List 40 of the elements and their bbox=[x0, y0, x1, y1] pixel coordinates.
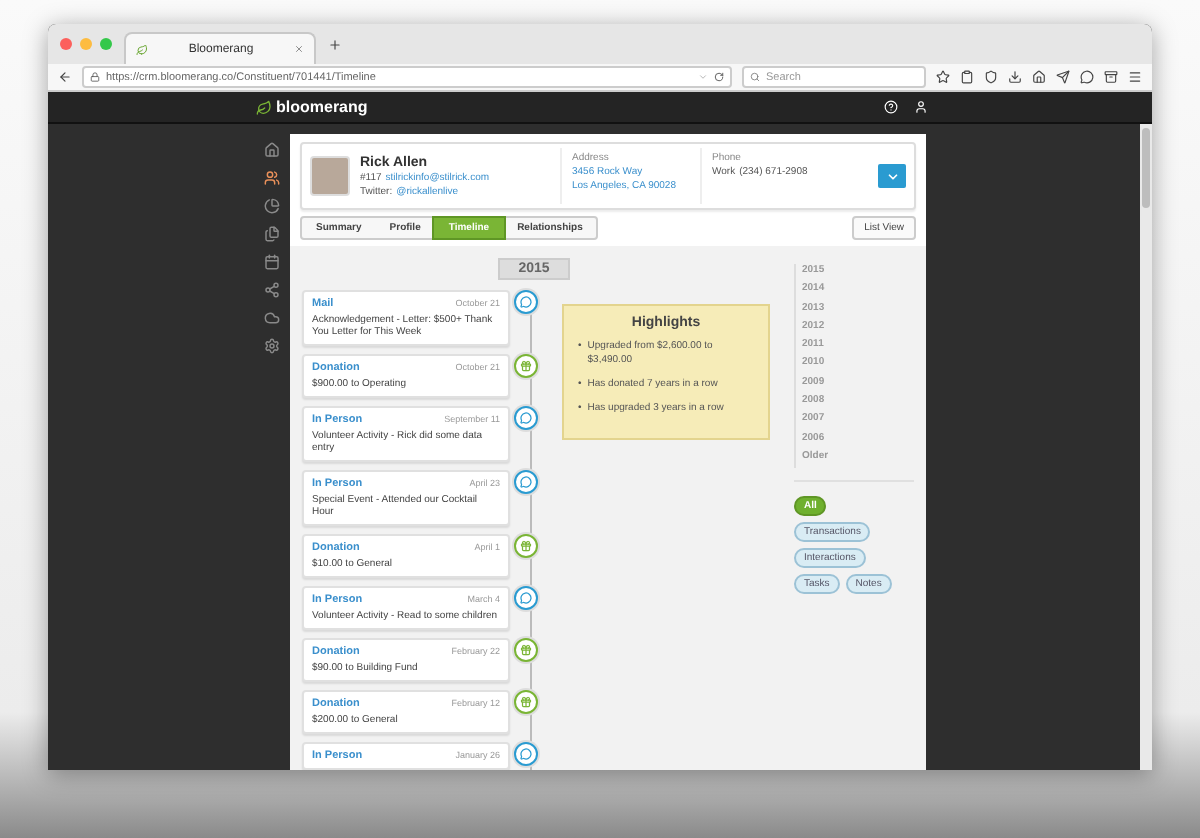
home-icon[interactable] bbox=[1032, 70, 1046, 84]
gift-icon bbox=[514, 690, 538, 714]
leaf-icon bbox=[136, 43, 148, 55]
back-icon[interactable] bbox=[58, 70, 72, 84]
send-icon[interactable] bbox=[1056, 70, 1070, 84]
speech-bubble-icon bbox=[514, 586, 538, 610]
shield-icon[interactable] bbox=[984, 70, 998, 84]
speech-bubble-icon bbox=[514, 742, 538, 766]
gift-icon bbox=[514, 354, 538, 378]
clipboard-icon[interactable] bbox=[960, 70, 974, 84]
files-nav-icon[interactable] bbox=[264, 226, 280, 242]
home-nav-icon[interactable] bbox=[264, 142, 280, 158]
chat-icon[interactable] bbox=[1080, 70, 1094, 84]
speech-bubble-icon bbox=[514, 470, 538, 494]
share-nav-icon[interactable] bbox=[264, 282, 280, 298]
photo-placeholder bbox=[310, 156, 350, 196]
lock-icon bbox=[90, 72, 100, 82]
star-icon[interactable] bbox=[936, 70, 950, 84]
settings-nav-icon[interactable] bbox=[264, 338, 280, 354]
scrollbar-thumb[interactable] bbox=[1142, 128, 1150, 208]
search-icon bbox=[750, 72, 760, 82]
gift-icon bbox=[514, 534, 538, 558]
chart-nav-icon[interactable] bbox=[264, 198, 280, 214]
new-tab-icon[interactable] bbox=[328, 37, 342, 51]
menu-icon[interactable] bbox=[1128, 70, 1142, 84]
brand-logo: bloomerang bbox=[276, 98, 368, 116]
gift-icon bbox=[514, 638, 538, 662]
user-icon[interactable] bbox=[914, 100, 928, 114]
reload-icon bbox=[714, 72, 724, 82]
chevron-down-icon bbox=[885, 169, 899, 183]
speech-bubble-icon bbox=[514, 406, 538, 430]
cloud-nav-icon[interactable] bbox=[264, 310, 280, 326]
caret-icon bbox=[698, 72, 708, 82]
leaf-icon bbox=[256, 99, 272, 115]
archive-icon[interactable] bbox=[1104, 70, 1118, 84]
help-icon[interactable] bbox=[884, 100, 898, 114]
people-nav-icon[interactable] bbox=[264, 170, 280, 186]
calendar-nav-icon[interactable] bbox=[264, 254, 280, 270]
speech-bubble-icon bbox=[514, 290, 538, 314]
download-icon[interactable] bbox=[1008, 70, 1022, 84]
